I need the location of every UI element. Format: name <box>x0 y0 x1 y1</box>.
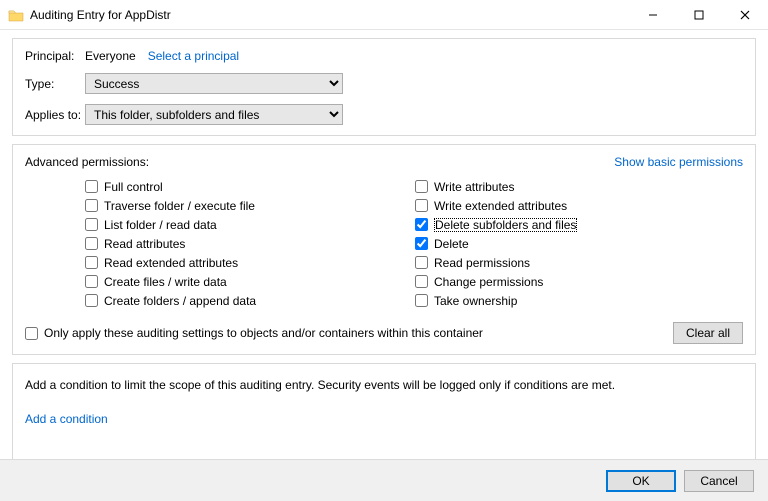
conditions-group: Add a condition to limit the scope of th… <box>12 363 756 461</box>
permission-checkbox[interactable] <box>85 275 98 288</box>
permission-item[interactable]: Change permissions <box>415 272 577 291</box>
permission-label: List folder / read data <box>104 218 217 232</box>
only-this-container-label: Only apply these auditing settings to ob… <box>44 326 483 340</box>
permission-checkbox[interactable] <box>415 275 428 288</box>
cancel-button[interactable]: Cancel <box>684 470 754 492</box>
permissions-group: Advanced permissions: Show basic permiss… <box>12 144 756 355</box>
type-combo[interactable]: Success <box>85 73 343 94</box>
permission-item[interactable]: Create files / write data <box>85 272 415 291</box>
permission-label: Change permissions <box>434 275 543 289</box>
permission-label: Read extended attributes <box>104 256 238 270</box>
permission-label: Write attributes <box>434 180 514 194</box>
type-label: Type: <box>25 77 85 91</box>
permissions-heading: Advanced permissions: <box>25 155 149 169</box>
permissions-left-column: Full control Traverse folder / execute fi… <box>85 177 415 310</box>
permission-label: Read attributes <box>104 237 185 251</box>
select-principal-link[interactable]: Select a principal <box>148 49 239 63</box>
permission-label: Full control <box>104 180 163 194</box>
folder-icon <box>8 8 24 22</box>
permission-label: Take ownership <box>434 294 517 308</box>
permission-checkbox[interactable] <box>415 218 428 231</box>
permission-checkbox[interactable] <box>85 237 98 250</box>
permission-item[interactable]: Full control <box>85 177 415 196</box>
permission-checkbox[interactable] <box>415 180 428 193</box>
permission-item[interactable]: Read attributes <box>85 234 415 253</box>
applies-to-label: Applies to: <box>25 108 85 122</box>
close-button[interactable] <box>722 0 768 29</box>
permission-checkbox[interactable] <box>85 218 98 231</box>
permission-label: Read permissions <box>434 256 530 270</box>
permission-label: Create files / write data <box>104 275 227 289</box>
permission-item[interactable]: Delete subfolders and files <box>415 215 577 234</box>
only-this-container-checkbox[interactable]: Only apply these auditing settings to ob… <box>25 326 483 340</box>
show-basic-permissions-link[interactable]: Show basic permissions <box>614 155 743 169</box>
window-title: Auditing Entry for AppDistr <box>30 8 630 22</box>
permissions-right-column: Write attributes Write extended attribute… <box>415 177 577 310</box>
permission-checkbox[interactable] <box>85 180 98 193</box>
add-condition-link[interactable]: Add a condition <box>25 412 108 426</box>
permission-item[interactable]: Write extended attributes <box>415 196 577 215</box>
permission-checkbox[interactable] <box>415 199 428 212</box>
permission-checkbox[interactable] <box>415 256 428 269</box>
conditions-description: Add a condition to limit the scope of th… <box>25 378 743 392</box>
applies-to-combo[interactable]: This folder, subfolders and files <box>85 104 343 125</box>
permission-item[interactable]: Take ownership <box>415 291 577 310</box>
permission-checkbox[interactable] <box>85 256 98 269</box>
only-this-container-input[interactable] <box>25 327 38 340</box>
principal-label: Principal: <box>25 49 85 63</box>
maximize-button[interactable] <box>676 0 722 29</box>
permission-item[interactable]: Write attributes <box>415 177 577 196</box>
permission-item[interactable]: Read extended attributes <box>85 253 415 272</box>
window-controls <box>630 0 768 29</box>
principal-group: Principal: Everyone Select a principal T… <box>12 38 756 136</box>
permission-checkbox[interactable] <box>415 294 428 307</box>
permission-checkbox[interactable] <box>85 199 98 212</box>
permission-item[interactable]: Read permissions <box>415 253 577 272</box>
title-bar: Auditing Entry for AppDistr <box>0 0 768 30</box>
principal-value: Everyone <box>85 49 136 63</box>
permission-label: Traverse folder / execute file <box>104 199 255 213</box>
permission-checkbox[interactable] <box>415 237 428 250</box>
permission-label: Delete subfolders and files <box>434 218 577 232</box>
minimize-button[interactable] <box>630 0 676 29</box>
permission-label: Create folders / append data <box>104 294 256 308</box>
permission-label: Delete <box>434 237 469 251</box>
permission-item[interactable]: List folder / read data <box>85 215 415 234</box>
permission-label: Write extended attributes <box>434 199 567 213</box>
permission-item[interactable]: Create folders / append data <box>85 291 415 310</box>
permission-checkbox[interactable] <box>85 294 98 307</box>
clear-all-button[interactable]: Clear all <box>673 322 743 344</box>
bottom-button-bar: OK Cancel <box>0 459 768 501</box>
ok-button[interactable]: OK <box>606 470 676 492</box>
permission-item[interactable]: Traverse folder / execute file <box>85 196 415 215</box>
permission-item[interactable]: Delete <box>415 234 577 253</box>
